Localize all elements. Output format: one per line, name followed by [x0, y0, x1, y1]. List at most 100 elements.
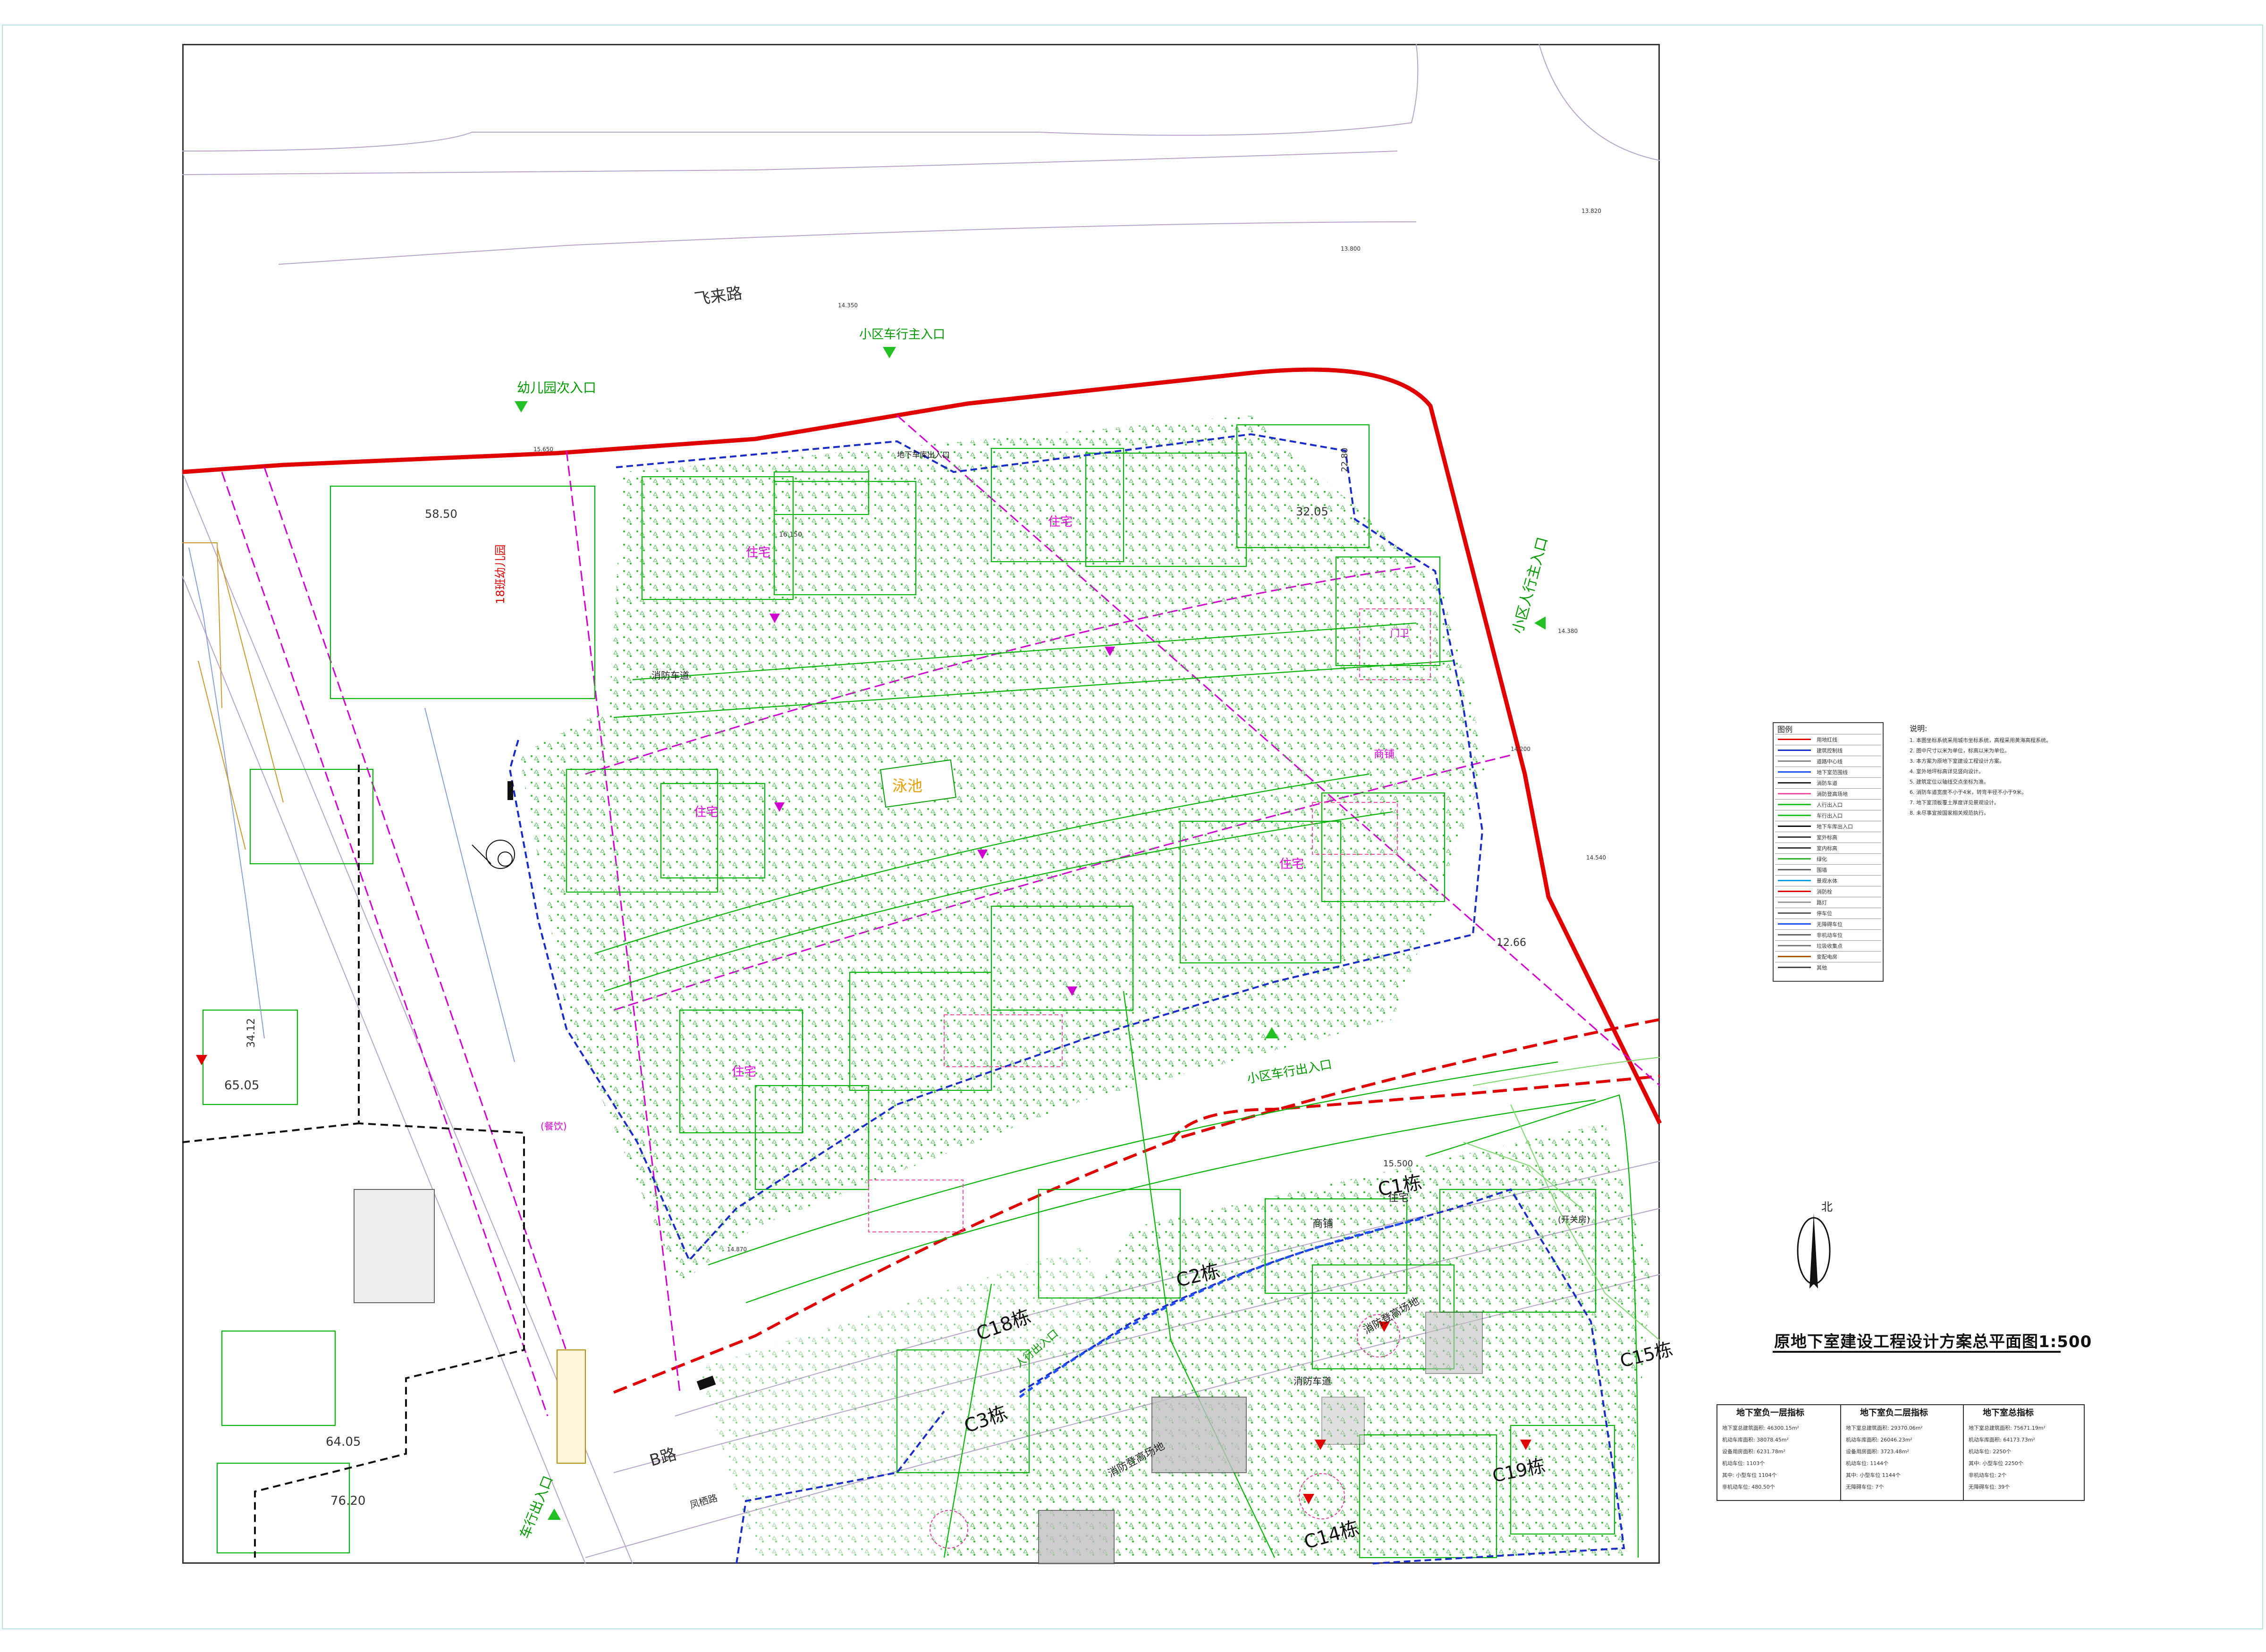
- index-line: 设备用房面积: 3723.48m²: [1846, 1449, 1909, 1455]
- legend-symbol: [1778, 771, 1811, 773]
- legend-symbol: [1778, 739, 1811, 740]
- index-line: 无障碍车位: 39个: [1969, 1484, 2010, 1490]
- legend-row: 消防栓: [1775, 886, 1881, 897]
- fire-lane-label: 消防车道: [651, 670, 689, 681]
- vehicle-main-entrance-label: 小区车行主入口: [859, 328, 946, 342]
- legend-label: 垃圾收集点: [1817, 943, 1843, 949]
- legend-symbol: [1778, 804, 1811, 805]
- dimension-text-7: 12.66: [1497, 937, 1526, 949]
- legend-symbol: [1778, 836, 1811, 838]
- index-line: 无障碍车位: 7个: [1846, 1484, 1884, 1490]
- west-parcel: [188, 547, 586, 1464]
- index-table: 地下室负一层指标 地下室总建筑面积: 46300.15m² 机动车库面积: 380…: [1716, 1404, 2085, 1501]
- legend-symbol: [1778, 934, 1811, 936]
- gatehouse-label: 门卫: [1390, 627, 1409, 639]
- legend-label: 绿化: [1817, 856, 1827, 862]
- note-line: 2. 图中尺寸以米为单位，标高以米为单位。: [1910, 748, 2010, 754]
- elevation-text-10: 14.870: [727, 1246, 747, 1253]
- index-line: 机动车库面积: 26046.23m²: [1846, 1437, 1912, 1443]
- legend-symbol: [1778, 912, 1811, 914]
- legend-label: 道路中心线: [1817, 759, 1843, 765]
- index-line: 其中: 小型车位 1104个: [1722, 1472, 1777, 1478]
- note-line: 7. 地下室顶板覆土厚度详见景观设计。: [1910, 800, 1999, 806]
- legend-label: 非机动车位: [1817, 932, 1843, 938]
- basement-entrance-label: 地下车库出入口: [897, 450, 950, 459]
- elevation-text-5: 14.380: [1558, 628, 1578, 634]
- legend-row: 围墙: [1775, 864, 1881, 875]
- note-line: 5. 建筑定位以轴线交点坐标为准。: [1910, 779, 1989, 785]
- residential-label-2: 住宅: [1048, 515, 1073, 529]
- legend-label: 消防登高场地: [1817, 791, 1848, 797]
- legend-row: 景观水体: [1775, 875, 1881, 886]
- note-line: 6. 消防车道宽度不小于4米，转弯半径不小于9米。: [1910, 789, 2027, 795]
- legend-row: 绿化: [1775, 853, 1881, 864]
- legend-symbol: [1778, 782, 1811, 784]
- legend-label: 停车位: [1817, 910, 1832, 917]
- index-col-1-title: 地下室负一层指标: [1736, 1408, 1804, 1418]
- legend-label: 室内标高: [1817, 845, 1837, 851]
- dimension-text-6: 22.80: [1340, 447, 1350, 472]
- legend-label: 变配电房: [1817, 954, 1837, 960]
- legend-row: 非机动车位: [1775, 929, 1881, 940]
- index-line: 其中: 小型车位 2250个: [1969, 1460, 2023, 1467]
- kindergarten-label: 18班幼儿园: [494, 544, 507, 604]
- legend-label: 消防车道: [1817, 780, 1837, 786]
- legend-symbol: [1778, 847, 1811, 849]
- legend-symbol: [1778, 945, 1811, 946]
- legend-symbol: [1778, 923, 1811, 925]
- legend-row: 其他: [1775, 962, 1881, 973]
- notes-title: 说明:: [1910, 724, 1928, 733]
- index-line: 地下室总建筑面积: 29370.06m²: [1846, 1425, 1923, 1431]
- residential-label-5: 住宅: [732, 1065, 757, 1079]
- elevation-text-9: 16.150: [779, 531, 802, 539]
- legend-row: 地下室范围线: [1775, 767, 1881, 777]
- elevation-text-2: 15.650: [533, 446, 553, 453]
- index-col-2-title: 地下室负二层指标: [1860, 1408, 1928, 1418]
- north-label: 北: [1821, 1200, 1833, 1214]
- open-shop-label: (开关房): [1558, 1215, 1590, 1225]
- index-col-2: 地下室负二层指标 地下室总建筑面积: 29370.06m² 机动车库面积: 260…: [1840, 1405, 1963, 1500]
- dimension-text-1: 58.50: [425, 507, 457, 521]
- plan-title: 原地下室建设工程设计方案总平面图1:500: [1774, 1332, 2092, 1351]
- index-line: 机动车位: 2250个: [1969, 1449, 2012, 1455]
- index-col-3-title: 地下室总指标: [1983, 1408, 2034, 1418]
- legend-row: 变配电房: [1775, 951, 1881, 962]
- legend-symbol: [1778, 902, 1811, 903]
- legend-row: 消防登高场地: [1775, 788, 1881, 799]
- dimension-text-4: 76.20: [330, 1494, 366, 1508]
- legend-row: 路灯: [1775, 897, 1881, 908]
- index-col-3: 地下室总指标 地下室总建筑面积: 75671.19m² 机动车库面积: 64173…: [1963, 1405, 2084, 1500]
- legend-label: 地下室范围线: [1817, 769, 1848, 775]
- legend-symbol: [1778, 826, 1811, 827]
- legend-label: 其他: [1817, 965, 1827, 971]
- legend-symbol: [1778, 967, 1811, 968]
- dimension-text-3: 64.05: [326, 1435, 361, 1449]
- elevation-text-6: 14.200: [1511, 746, 1530, 752]
- note-line: 3. 本方案为原地下室建设工程设计方案。: [1910, 758, 2004, 764]
- legend-label: 用地红线: [1817, 737, 1837, 743]
- legend-label: 围墙: [1817, 867, 1827, 873]
- legend-symbol: [1778, 956, 1811, 957]
- legend-row: 垃圾收集点: [1775, 940, 1881, 951]
- legend-symbol: [1778, 760, 1811, 762]
- green-areas: [519, 415, 1652, 1558]
- index-line: 地下室总建筑面积: 75671.19m²: [1969, 1425, 2046, 1431]
- legend-label: 消防栓: [1817, 889, 1832, 895]
- legend-symbol: [1778, 858, 1811, 860]
- shop-label-1: 商铺: [1374, 749, 1395, 760]
- residential-label-3: 住宅: [694, 805, 719, 819]
- legend-label: 地下车库出入口: [1817, 824, 1853, 830]
- legend-row: 建筑控制线: [1775, 745, 1881, 756]
- legend-row: 无障碍车位: [1775, 919, 1881, 929]
- legend-row: 地下车库出入口: [1775, 821, 1881, 832]
- kindergarten-entrance-label: 幼儿园次入口: [517, 380, 597, 396]
- elevation-text-7: 14.540: [1586, 854, 1606, 861]
- legend-symbol: [1778, 815, 1811, 816]
- dimension-text-8: 32.05: [1296, 505, 1328, 518]
- legend-label: 景观水体: [1817, 878, 1837, 884]
- dimension-text-5: 34.12: [245, 1018, 257, 1048]
- title-underline: [1773, 1351, 2061, 1353]
- dimension-text-2: 65.05: [224, 1079, 260, 1093]
- index-col-1: 地下室负一层指标 地下室总建筑面积: 46300.15m² 机动车库面积: 380…: [1717, 1405, 1840, 1500]
- note-line: 4. 室外地坪标高详见竖向设计。: [1910, 768, 1984, 775]
